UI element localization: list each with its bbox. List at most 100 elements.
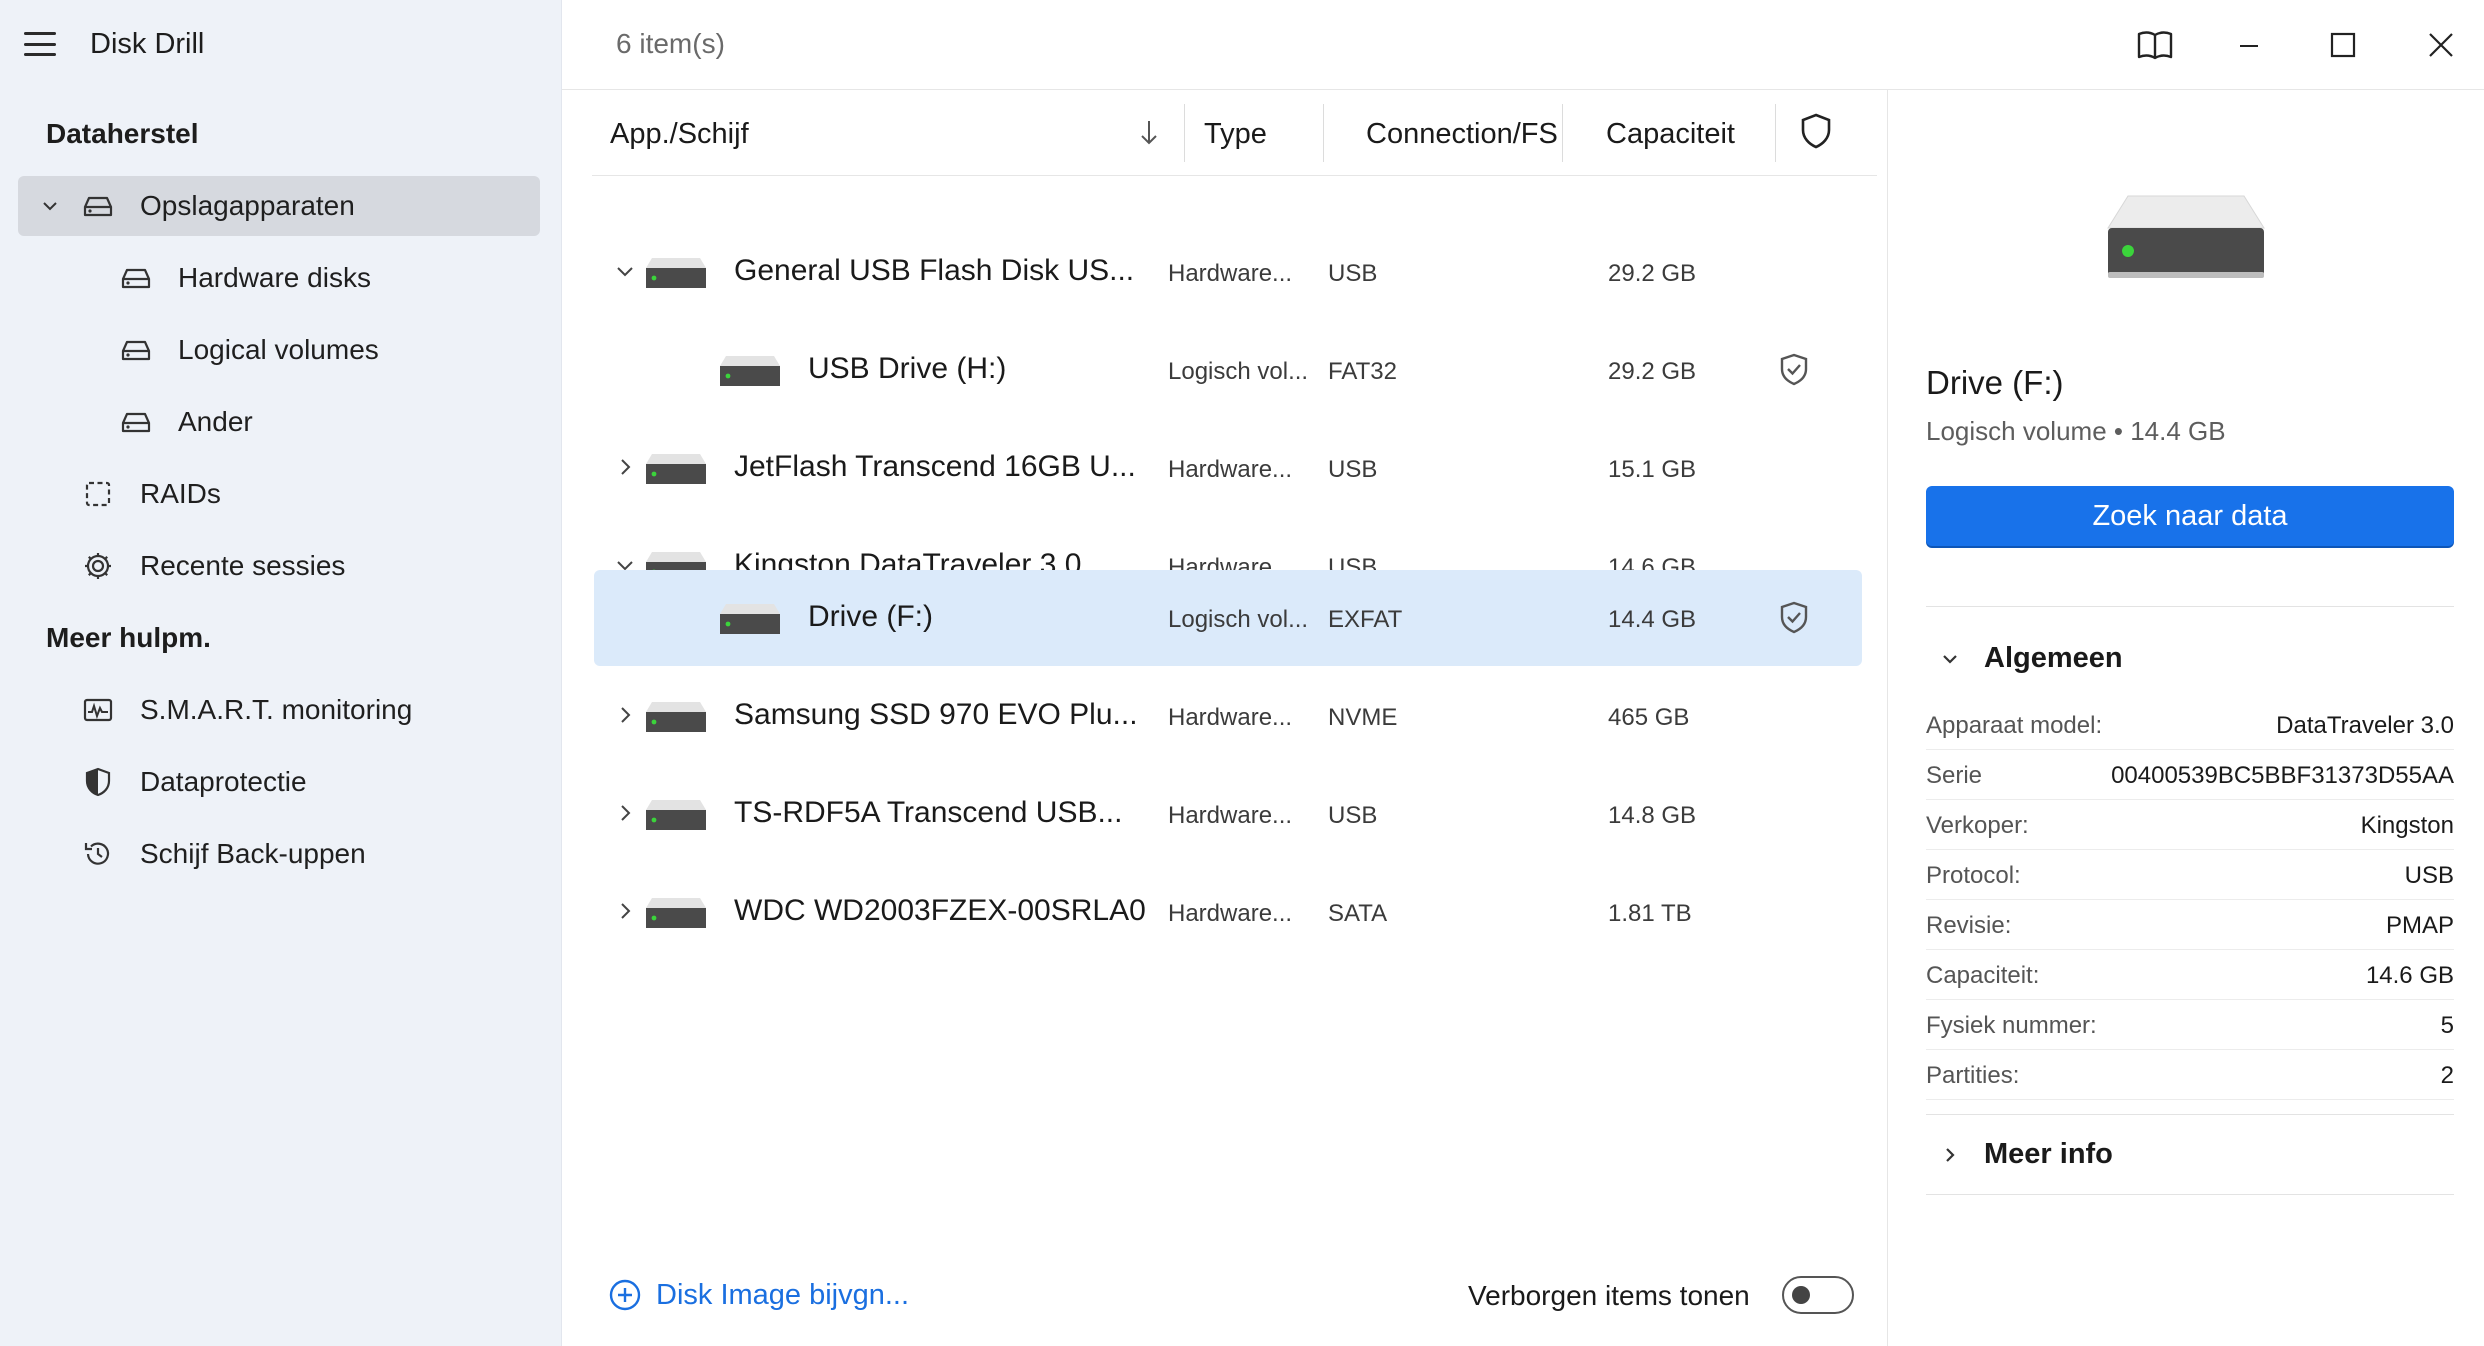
sort-arrow-down-icon[interactable]: [1138, 118, 1160, 148]
drive-icon: [121, 412, 151, 433]
table-row[interactable]: General USB Flash Disk US... Hardware...…: [594, 224, 1862, 320]
property-key: Apparaat model:: [1926, 712, 2103, 739]
table-row[interactable]: USB Drive (H:) Logisch vol... FAT32 29.2…: [594, 322, 1862, 418]
column-divider[interactable]: [1323, 104, 1324, 162]
drive-icon: [646, 454, 706, 484]
show-hidden-label: Verborgen items tonen: [1468, 1280, 1750, 1311]
property-row: Revisie: PMAP: [1926, 900, 2454, 950]
chevron-right-icon[interactable]: [614, 704, 636, 726]
chevron-right-icon: [1946, 1147, 1955, 1162]
drive-hero-icon: [2107, 195, 2265, 278]
column-header-type[interactable]: Type: [1204, 118, 1267, 151]
shield-check-icon[interactable]: [1778, 600, 1810, 636]
column-divider[interactable]: [1184, 104, 1185, 162]
property-value: USB: [2404, 862, 2454, 889]
chevron-right-icon[interactable]: [614, 900, 636, 922]
property-value: 2: [2440, 1062, 2454, 1089]
raid-icon: [85, 481, 111, 507]
device-name: JetFlash Transcend 16GB U...: [734, 450, 1136, 483]
drive-icon: [720, 604, 780, 634]
device-type: Hardware...: [1168, 900, 1293, 927]
property-row: Serie 00400539BC5BBF31373D55AA: [1926, 750, 2454, 800]
more-info-toggle[interactable]: Meer info: [1926, 1138, 2113, 1171]
sidebar-item-storage-devices[interactable]: Opslagapparaten: [18, 176, 540, 236]
protection-shield-icon[interactable]: [1799, 112, 1833, 150]
minimize-icon[interactable]: [2226, 22, 2272, 68]
gear-icon: [85, 553, 111, 579]
device-connection: SATA: [1328, 900, 1388, 927]
sidebar-item-label: RAIDs: [140, 478, 221, 509]
general-section-toggle[interactable]: Algemeen: [1926, 642, 2123, 675]
app-title: Disk Drill: [90, 27, 205, 60]
device-capacity: 14.4 GB: [1608, 606, 1697, 633]
show-hidden-toggle[interactable]: [1782, 1276, 1854, 1314]
sidebar-item-label: Logical volumes: [178, 334, 379, 365]
column-header-app-disk[interactable]: App./Schijf: [610, 118, 749, 151]
sidebar-item-logical-volumes[interactable]: Logical volumes: [18, 320, 540, 380]
sidebar-item-smart-monitoring[interactable]: S.M.A.R.T. monitoring: [18, 680, 540, 740]
device-connection: USB: [1328, 802, 1378, 829]
sidebar-item-disk-backup[interactable]: Schijf Back-uppen: [18, 824, 540, 884]
table-footer: Disk Image bijvgn... Verborgen items ton…: [562, 1266, 1887, 1326]
column-header-connection[interactable]: Connection/FS: [1366, 118, 1558, 151]
chevron-down-icon[interactable]: [614, 260, 636, 282]
property-key: Partities:: [1926, 1062, 2020, 1089]
table-row[interactable]: TS-RDF5A Transcend USB... Hardware... US…: [594, 766, 1862, 862]
device-connection: USB: [1328, 260, 1378, 287]
device-capacity: 29.2 GB: [1608, 358, 1697, 385]
property-row: Apparaat model: DataTraveler 3.0: [1926, 700, 2454, 750]
table-row[interactable]: JetFlash Transcend 16GB U... Hardware...…: [594, 420, 1862, 516]
device-connection: EXFAT: [1328, 606, 1403, 633]
table-row-selected[interactable]: Drive (F:) Logisch vol... EXFAT 14.4 GB: [594, 570, 1862, 666]
detail-panel: Drive (F:) Logisch volume • 14.4 GB Zoek…: [1887, 90, 2484, 1346]
sidebar-item-recent-sessions[interactable]: Recente sessies: [18, 536, 540, 596]
property-row: Capaciteit: 14.6 GB: [1926, 950, 2454, 1000]
chevron-right-icon[interactable]: [614, 456, 636, 478]
property-value: PMAP: [2385, 912, 2454, 939]
property-key: Revisie:: [1926, 912, 2012, 939]
sidebar-item-label: Dataprotectie: [140, 766, 307, 797]
book-icon[interactable]: [2132, 22, 2178, 68]
add-disk-image-link[interactable]: Disk Image bijvgn...: [608, 1278, 909, 1312]
chevron-right-icon[interactable]: [614, 802, 636, 824]
sidebar: Disk Drill Dataherstel Opslagapparaten H…: [0, 0, 562, 1346]
property-key: Verkoper:: [1926, 812, 2029, 839]
divider: [1926, 606, 2454, 607]
property-key: Fysiek nummer:: [1926, 1012, 2097, 1039]
column-header-capacity[interactable]: Capaciteit: [1606, 118, 1735, 151]
maximize-icon[interactable]: [2320, 22, 2366, 68]
sidebar-item-other[interactable]: Ander: [18, 392, 540, 452]
property-value: 14.6 GB: [2365, 962, 2454, 989]
column-divider[interactable]: [1775, 104, 1776, 162]
plus-circle-icon: [609, 1279, 641, 1311]
table-row[interactable]: WDC WD2003FZEX-00SRLA0 Hardware... SATA …: [594, 864, 1862, 960]
sidebar-item-label: Opslagapparaten: [140, 190, 355, 221]
column-divider[interactable]: [1562, 104, 1563, 162]
drive-icon: [720, 356, 780, 386]
scan-for-data-button[interactable]: Zoek naar data: [1926, 486, 2454, 546]
close-icon[interactable]: [2418, 22, 2464, 68]
table-header: App./Schijf Type Connection/FS Capacitei…: [592, 90, 1877, 176]
brand: Disk Drill: [24, 24, 204, 64]
app-window: Disk Drill Dataherstel Opslagapparaten H…: [0, 0, 2484, 1346]
device-type: Hardware...: [1168, 802, 1293, 829]
shield-check-icon[interactable]: [1778, 352, 1810, 388]
drive-icon: [121, 340, 151, 361]
sidebar-item-hardware-disks[interactable]: Hardware disks: [18, 248, 540, 308]
chevron-down-icon[interactable]: [40, 196, 60, 216]
property-row: Verkoper: Kingston: [1926, 800, 2454, 850]
history-icon: [84, 842, 110, 865]
property-key: Protocol:: [1926, 862, 2021, 889]
device-type: Hardware...: [1168, 704, 1293, 731]
device-name: Drive (F:): [808, 600, 933, 633]
hamburger-menu-icon[interactable]: [24, 32, 56, 56]
add-disk-image-label: Disk Image bijvgn...: [656, 1278, 910, 1311]
device-name: General USB Flash Disk US...: [734, 254, 1135, 287]
sidebar-item-data-protection[interactable]: Dataprotectie: [18, 752, 540, 812]
sidebar-item-raids[interactable]: RAIDs: [18, 464, 540, 524]
general-section-label: Algemeen: [1984, 642, 2123, 674]
property-key: Serie: [1926, 762, 1983, 789]
property-value: 5: [2440, 1012, 2454, 1039]
device-name: USB Drive (H:): [808, 352, 1007, 385]
table-row[interactable]: Samsung SSD 970 EVO Plu... Hardware... N…: [594, 668, 1862, 764]
